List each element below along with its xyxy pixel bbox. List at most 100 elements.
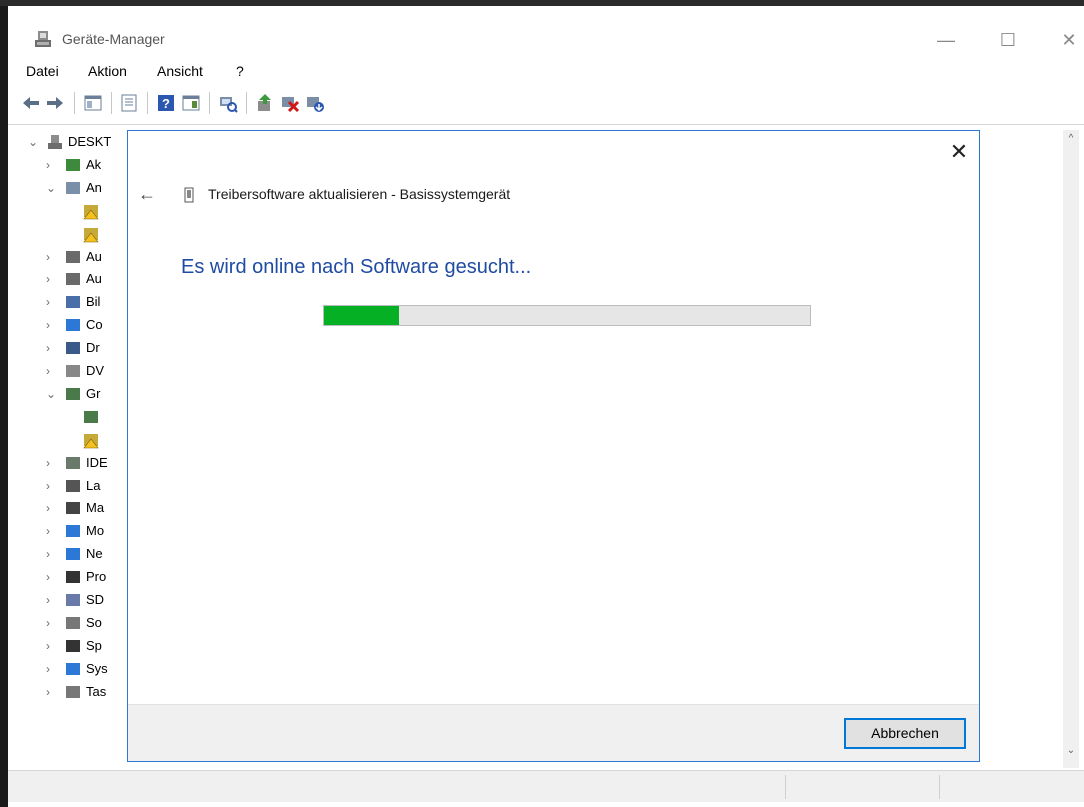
window-title: Geräte-Manager [62,31,165,47]
system-device-icon [66,663,80,675]
chevron-down-icon[interactable]: ⌄ [28,136,40,148]
chevron-right-icon[interactable]: › [46,365,58,377]
keyboard-icon [66,686,80,698]
chevron-right-icon[interactable]: › [46,548,58,560]
toolbar: ? [8,86,1084,120]
chevron-right-icon[interactable]: › [46,296,58,308]
chevron-right-icon[interactable]: › [46,594,58,606]
tree-item-label: Sp [86,638,102,653]
chevron-right-icon[interactable]: › [46,273,58,285]
chevron-right-icon[interactable]: › [46,525,58,537]
menu-aktion[interactable]: Aktion [88,63,127,79]
tree-item-label: Tas [86,684,107,699]
audio-inputs-icon [66,159,80,171]
status-separator [939,775,940,799]
chevron-right-icon[interactable]: › [46,502,58,514]
chevron-right-icon[interactable]: › [46,319,58,331]
chevron-down-icon[interactable]: ⌄ [46,182,58,194]
tree-item-label: DV [86,363,105,378]
chevron-right-icon[interactable]: › [46,571,58,583]
toolbar-separator [111,92,112,114]
computer-icon [66,319,80,331]
tree-item-label: Pro [86,569,107,584]
speaker-icon [66,251,80,263]
tree-item-label: Au [86,271,102,286]
chevron-right-icon[interactable]: › [46,663,58,675]
storage-controller-icon [66,640,80,652]
tree-item-label: So [86,615,102,630]
scroll-down-icon[interactable]: ⌄ [1063,742,1079,760]
menu-bar: Datei Aktion Ansicht ? [8,58,1084,86]
minimize-button[interactable]: — [923,22,969,58]
toolbar-separator [246,92,247,114]
tree-item-label: Mo [86,523,105,538]
chevron-right-icon[interactable]: › [46,686,58,698]
dvd-drive-icon [66,365,80,377]
update-driver-icon[interactable] [254,92,276,114]
forward-arrow-icon[interactable] [44,92,66,114]
console-tree-icon[interactable] [82,92,104,114]
vertical-scrollbar[interactable]: ^ ⌄ [1063,130,1079,768]
menu-ansicht[interactable]: Ansicht [157,63,203,79]
tree-item-label: Ak [86,157,102,172]
tree-item-label: Ne [86,546,103,561]
display-adapter-icon [66,388,80,400]
chevron-right-icon[interactable]: › [46,251,58,263]
tree-root-label: DESKT [68,134,112,149]
computer-root-icon [48,135,62,149]
back-arrow-icon[interactable] [20,92,42,114]
update-driver-dialog: ✕ ← Treibersoftware aktualisieren - Basi… [127,130,980,762]
title-bar[interactable]: Geräte-Manager — ☐ ✕ [8,6,1084,58]
other-devices-icon [66,182,80,194]
display-adapter-warning-icon [83,434,99,449]
disk-drive-icon [66,480,80,492]
search-status-message: Es wird online nach Software gesucht... [181,256,532,278]
tree-item-label: IDE [86,455,108,470]
ide-controller-icon [66,457,80,469]
menu-datei[interactable]: Datei [26,63,59,79]
chevron-right-icon[interactable]: › [46,617,58,629]
disable-device-icon[interactable] [279,92,301,114]
tree-item-label: Ma [86,500,105,515]
device-manager-icon [35,31,51,47]
tree-item-label: Bil [86,294,101,309]
dialog-close-button[interactable]: ✕ [946,139,972,165]
dialog-header: Treibersoftware aktualisieren - Basissys… [208,186,511,202]
progress-fill [324,306,400,325]
chevron-right-icon[interactable]: › [46,640,58,652]
chevron-right-icon[interactable]: › [46,342,58,354]
chevron-down-icon[interactable]: ⌄ [46,388,58,400]
close-window-button[interactable]: ✕ [1046,22,1084,58]
monitor-icon [66,525,80,537]
warning-device-icon [83,205,99,220]
mouse-icon [66,502,80,514]
scan-hardware-icon[interactable] [217,92,239,114]
tree-item-label: Dr [86,340,100,355]
back-arrow-icon[interactable]: ← [138,183,160,205]
tree-item-label: SD [86,592,105,607]
help-icon[interactable]: ? [155,92,177,114]
maximize-button[interactable]: ☐ [985,22,1031,58]
tree-item-label: Gr [86,386,101,401]
dialog-footer: Abbrechen [128,704,979,761]
software-device-icon [66,617,80,629]
device-manager-window: Geräte-Manager — ☐ ✕ Datei Aktion Ansich… [0,0,1084,807]
menu-help[interactable]: ? [236,63,244,79]
action-pane-icon[interactable] [180,92,202,114]
sd-host-icon [66,594,80,606]
svg-text:?: ? [162,96,170,111]
scroll-up-icon[interactable]: ^ [1063,130,1079,148]
properties-icon[interactable] [118,92,140,114]
window-frame-left [0,0,8,807]
printer-icon [66,342,80,354]
tree-item-label: An [86,180,102,195]
progress-bar [323,305,811,326]
chevron-right-icon[interactable]: › [46,480,58,492]
imaging-device-icon [66,296,80,308]
tree-item-label: Sys [86,661,108,676]
toolbar-separator [147,92,148,114]
uninstall-device-icon[interactable] [304,92,326,114]
cancel-button[interactable]: Abbrechen [844,718,966,749]
chevron-right-icon[interactable]: › [46,159,58,171]
chevron-right-icon[interactable]: › [46,457,58,469]
